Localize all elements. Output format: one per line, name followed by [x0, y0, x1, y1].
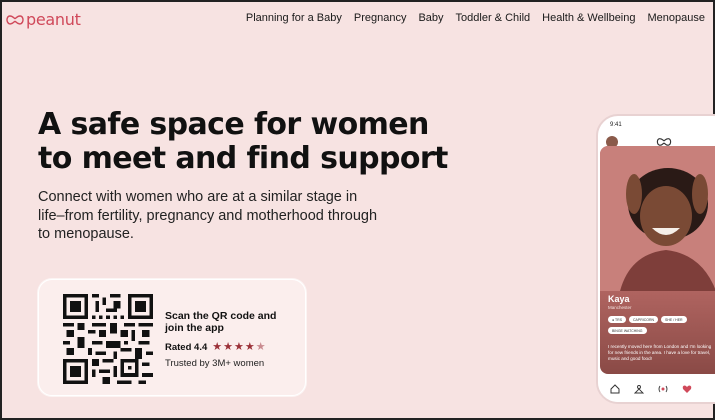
heart-icon[interactable] — [682, 384, 692, 394]
main-nav: Planning for a Baby Pregnancy Baby Toddl… — [246, 12, 705, 24]
profile-chip: SHE / HER — [661, 316, 687, 323]
rating-row: Rated 4.4 ★ ★ ★ ★ ★ — [165, 342, 266, 354]
live-icon[interactable] — [658, 384, 668, 394]
hero-headline: A safe space for women to meet and find … — [38, 107, 448, 176]
peanut-logo[interactable]: peanut — [6, 10, 81, 29]
phone-tab-bar — [598, 376, 715, 402]
home-icon[interactable] — [610, 384, 620, 394]
site-header: peanut Planning for a Baby Pregnancy Bab… — [0, 0, 715, 36]
phone-mockup: 9:41 Kaya Manchester ● TRS CAPRICORN SHE… — [596, 114, 715, 404]
rating-stars: ★ ★ ★ ★ ★ — [212, 342, 265, 353]
star-icon: ★ — [212, 341, 223, 353]
nav-item-pregnancy[interactable]: Pregnancy — [354, 12, 407, 24]
star-icon: ★ — [255, 341, 266, 353]
nav-item-health-wellbeing[interactable]: Health & Wellbeing — [542, 12, 635, 24]
profile-name: Kaya — [608, 294, 630, 304]
star-icon: ★ — [223, 341, 233, 353]
qr-title: Scan the QR code and join the app — [165, 310, 277, 334]
nav-item-toddler-child[interactable]: Toddler & Child — [456, 12, 531, 24]
peanut-logo-icon — [6, 14, 24, 25]
nav-item-planning[interactable]: Planning for a Baby — [246, 12, 342, 24]
profile-location: Manchester — [608, 305, 632, 310]
nav-item-menopause[interactable]: Menopause — [648, 12, 706, 24]
profile-chip: ● TRS — [608, 316, 627, 323]
star-icon: ★ — [234, 341, 244, 353]
trusted-by-text: Trusted by 3M+ women — [165, 358, 265, 369]
chip-row-2: BINGE WATCHING — [608, 327, 647, 334]
qr-code[interactable] — [63, 294, 153, 384]
profile-card[interactable]: Kaya Manchester ● TRS CAPRICORN SHE / HE… — [600, 146, 715, 374]
phone-status-time: 9:41 — [610, 122, 622, 128]
profile-chip: BINGE WATCHING — [608, 327, 647, 334]
profile-photo — [600, 146, 715, 291]
nav-item-baby[interactable]: Baby — [418, 12, 443, 24]
qr-card: Scan the QR code and join the app Rated … — [38, 279, 306, 396]
brand-name: peanut — [26, 10, 81, 29]
rating-label: Rated 4.4 — [165, 342, 208, 353]
hero-subtext: Connect with women who are at a similar … — [38, 189, 378, 242]
profile-chip: CAPRICORN — [629, 316, 659, 323]
community-icon[interactable] — [634, 384, 644, 394]
chip-row-1: ● TRS CAPRICORN SHE / HER — [608, 316, 687, 323]
star-icon: ★ — [244, 341, 255, 353]
profile-bio: I recently moved here from London and I'… — [608, 344, 712, 361]
